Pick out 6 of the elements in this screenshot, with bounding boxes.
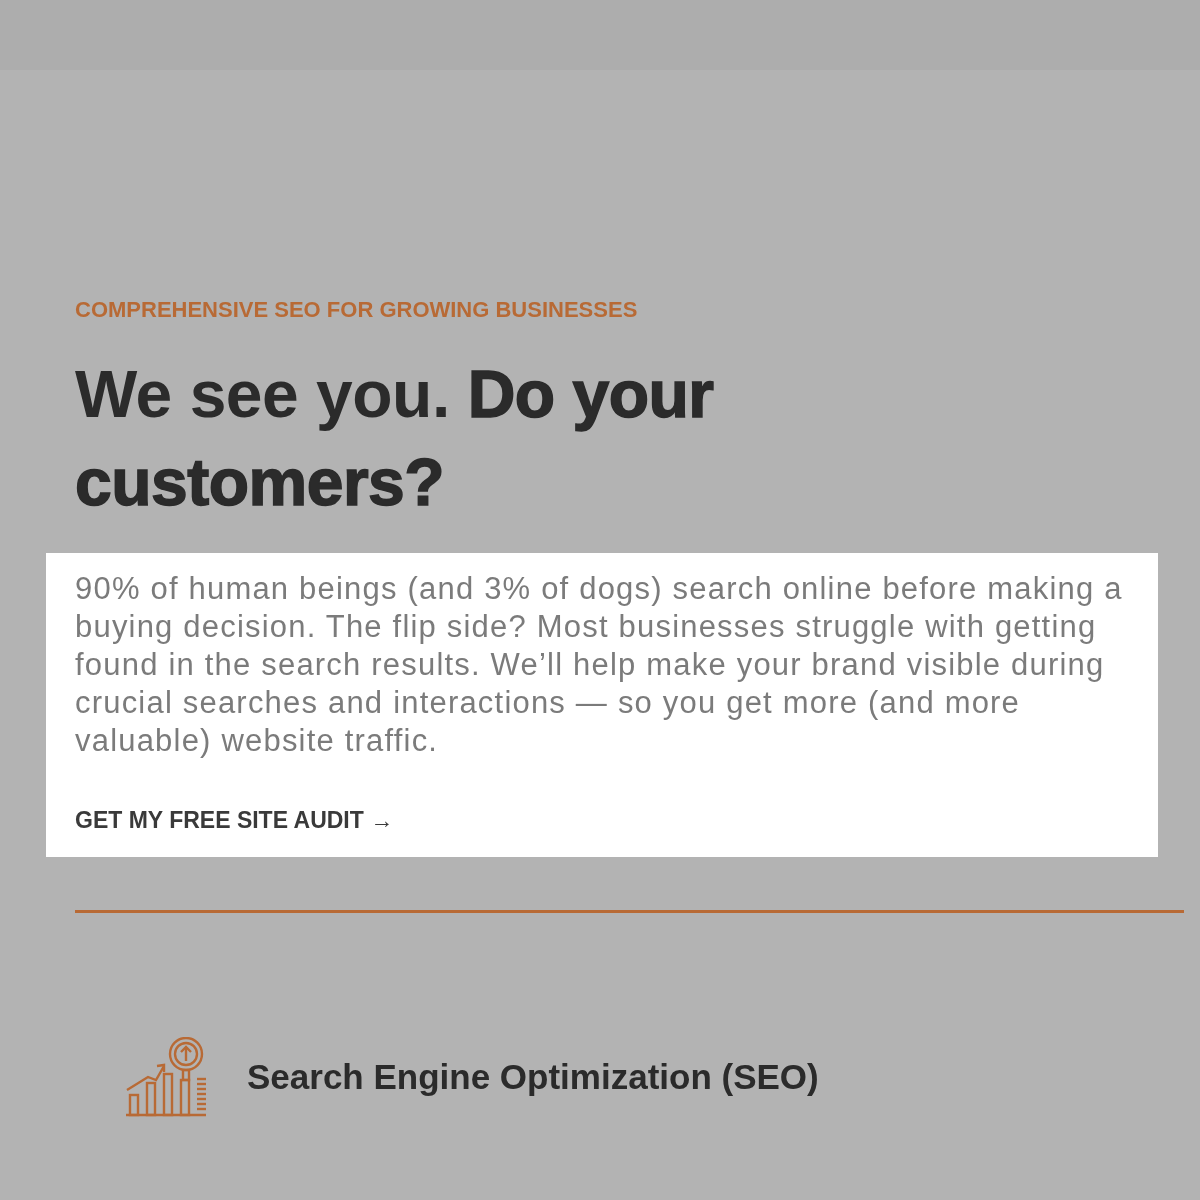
bar-chart-magnifier-icon: [126, 1037, 206, 1117]
service-title: Search Engine Optimization (SEO): [247, 1056, 819, 1098]
intro-paragraph: 90% of human beings (and 3% of dogs) search online before making a buying decision. The flip side? Most businesses struggle with getting found in the search results. We’ll help make your brand visible during crucial searches and interactions — so you get more (and more valuable) website traffic.: [75, 570, 1124, 760]
eyebrow-text: COMPREHENSIVE SEO FOR GROWING BUSINESSES: [75, 296, 638, 324]
audit-link[interactable]: GET MY FREE SITE AUDIT →: [75, 805, 394, 835]
hero-heading: We see you. Do your customers?: [75, 356, 715, 521]
